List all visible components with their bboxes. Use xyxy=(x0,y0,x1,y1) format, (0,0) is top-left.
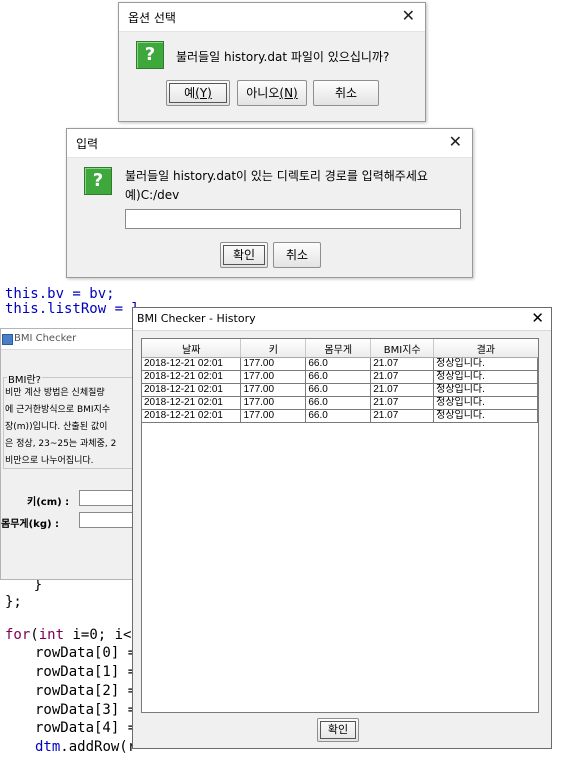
code-rowdata-3: rowData[3] = xyxy=(35,702,137,718)
code-end-brace: }; xyxy=(5,594,22,610)
addrow-call: .addRow(r xyxy=(60,739,137,755)
input-dialog-titlebar[interactable]: 입력 ✕ xyxy=(67,129,472,158)
options-dialog-title: 옵션 선택 xyxy=(128,11,176,25)
question-icon: ? xyxy=(136,41,164,69)
input-dialog-message: 불러들일 history.dat이 있는 디렉토리 경로를 입력해주세요 xyxy=(125,169,428,183)
column-header-result[interactable]: 결과 xyxy=(433,339,538,358)
code-rowdata-2: rowData[2] = xyxy=(35,683,137,699)
dtm-variable: dtm xyxy=(35,739,61,755)
yes-button[interactable]: 예(Y) xyxy=(166,80,230,106)
bmi-titlebar[interactable]: BMI Checker xyxy=(1,329,151,350)
history-window-title: BMI Checker - History xyxy=(137,312,256,325)
bmi-desc-line-5: 비만으로 나누어집니다. xyxy=(5,456,94,466)
history-table-header: 날짜 키 몸무게 BMI지수 결과 xyxy=(142,339,538,358)
code-rowdata-4: rowData[4] = xyxy=(35,720,137,736)
table-row[interactable]: 2018-12-21 02:01 177.00 66.0 21.07 정상입니다… xyxy=(142,396,538,410)
code-for-loop: for(int i=0; i<l xyxy=(5,627,140,643)
cell-height: 177.00 xyxy=(240,370,307,384)
directory-path-input[interactable] xyxy=(125,209,461,229)
cell-result: 정상입니다. xyxy=(433,396,538,410)
column-header-date[interactable]: 날짜 xyxy=(142,339,242,358)
history-window: BMI Checker - History ✕ 날짜 키 몸무게 BMI지수 결… xyxy=(132,307,552,749)
options-dialog-message: 불러들일 history.dat 파일이 있으십니까? xyxy=(176,50,390,64)
cell-bmi: 21.07 xyxy=(370,409,435,423)
no-mnemonic: (N) xyxy=(279,86,298,100)
table-row[interactable]: 2018-12-21 02:01 177.00 66.0 21.07 정상입니다… xyxy=(142,357,538,371)
cell-result: 정상입니다. xyxy=(433,409,538,423)
code-dtm-addrow: dtm.addRow(r xyxy=(35,739,136,755)
int-keyword: int xyxy=(38,627,65,643)
column-header-weight[interactable]: 몸무게 xyxy=(305,339,372,358)
ok-button[interactable]: 확인 xyxy=(220,242,268,268)
weight-label: 몸무게(kg) : xyxy=(1,519,60,530)
options-dialog-titlebar[interactable]: 옵션 선택 ✕ xyxy=(119,3,425,32)
input-dialog-example: 예)C:/dev xyxy=(125,188,180,202)
for-keyword: for xyxy=(5,627,31,643)
cell-weight: 66.0 xyxy=(305,409,372,423)
cell-height: 177.00 xyxy=(240,383,307,397)
cell-bmi: 21.07 xyxy=(370,396,435,410)
input-dialog-title: 입력 xyxy=(76,137,99,151)
height-label: 키(cm) : xyxy=(27,497,70,508)
close-icon[interactable]: ✕ xyxy=(531,309,544,327)
yes-mnemonic: (Y) xyxy=(195,86,212,100)
history-table: 날짜 키 몸무게 BMI지수 결과 2018-12-21 02:01 177.0… xyxy=(142,339,538,423)
bmi-checker-window: BMI Checker BMI란? 비만 계산 방법은 신체질량 에 근거한방식… xyxy=(0,328,153,580)
table-row[interactable]: 2018-12-21 02:01 177.00 66.0 21.07 정상입니다… xyxy=(142,409,538,423)
cell-date: 2018-12-21 02:01 xyxy=(142,396,242,410)
no-button-label: 아니오 xyxy=(246,86,280,100)
for-rest: i=0; i<l xyxy=(64,627,140,643)
cell-height: 177.00 xyxy=(240,357,307,371)
cancel-button[interactable]: 취소 xyxy=(273,242,321,268)
cell-result: 정상입니다. xyxy=(433,383,538,397)
cell-result: 정상입니다. xyxy=(433,370,538,384)
bmi-window-title: BMI Checker xyxy=(14,333,77,344)
bmi-desc-line-2: 에 근거한방식으로 BMI지수 xyxy=(5,405,111,415)
history-ok-button[interactable]: 확인 xyxy=(317,718,359,742)
close-icon[interactable]: ✕ xyxy=(449,133,462,151)
bmi-desc-line-4: 은 정상, 23~25는 과체중, 2 xyxy=(5,439,117,449)
cell-date: 2018-12-21 02:01 xyxy=(142,409,242,423)
table-row[interactable]: 2018-12-21 02:01 177.00 66.0 21.07 정상입니다… xyxy=(142,383,538,397)
no-button[interactable]: 아니오(N) xyxy=(237,80,307,106)
code-rowdata-1: rowData[1] = xyxy=(35,664,137,680)
code-line-this-bv: this.bv = bv; xyxy=(5,286,115,302)
cell-result: 정상입니다. xyxy=(433,357,538,371)
history-titlebar[interactable]: BMI Checker - History ✕ xyxy=(133,308,551,331)
cell-weight: 66.0 xyxy=(305,357,372,371)
cell-weight: 66.0 xyxy=(305,383,372,397)
question-icon: ? xyxy=(84,167,112,195)
bmi-group-title: BMI란? xyxy=(7,371,42,386)
cell-bmi: 21.07 xyxy=(370,383,435,397)
cancel-button[interactable]: 취소 xyxy=(313,80,379,106)
cell-bmi: 21.07 xyxy=(370,370,435,384)
bmi-app-icon xyxy=(2,334,13,345)
table-row[interactable]: 2018-12-21 02:01 177.00 66.0 21.07 정상입니다… xyxy=(142,370,538,384)
cell-height: 177.00 xyxy=(240,396,307,410)
bmi-desc-line-1: 비만 계산 방법은 신체질량 xyxy=(5,388,105,398)
cell-date: 2018-12-21 02:01 xyxy=(142,383,242,397)
input-dialog: 입력 ✕ ? 불러들일 history.dat이 있는 디렉토리 경로를 입력해… xyxy=(66,128,473,278)
code-line-this-listrow: this.listRow = l xyxy=(5,301,140,317)
options-dialog: 옵션 선택 ✕ ? 불러들일 history.dat 파일이 있으십니까? 예(… xyxy=(118,2,426,122)
column-header-bmi[interactable]: BMI지수 xyxy=(370,339,435,358)
cell-date: 2018-12-21 02:01 xyxy=(142,370,242,384)
cell-weight: 66.0 xyxy=(305,396,372,410)
close-icon[interactable]: ✕ xyxy=(402,7,415,25)
history-table-container[interactable]: 날짜 키 몸무게 BMI지수 결과 2018-12-21 02:01 177.0… xyxy=(141,338,539,713)
code-rowdata-0: rowData[0] = xyxy=(35,645,137,661)
cell-date: 2018-12-21 02:01 xyxy=(142,357,242,371)
column-header-height[interactable]: 키 xyxy=(240,339,307,358)
bmi-desc-line-3: 장(m))입니다. 산출된 값이 xyxy=(5,422,108,432)
cell-height: 177.00 xyxy=(240,409,307,423)
cell-weight: 66.0 xyxy=(305,370,372,384)
yes-button-label: 예 xyxy=(184,86,196,100)
cell-bmi: 21.07 xyxy=(370,357,435,371)
